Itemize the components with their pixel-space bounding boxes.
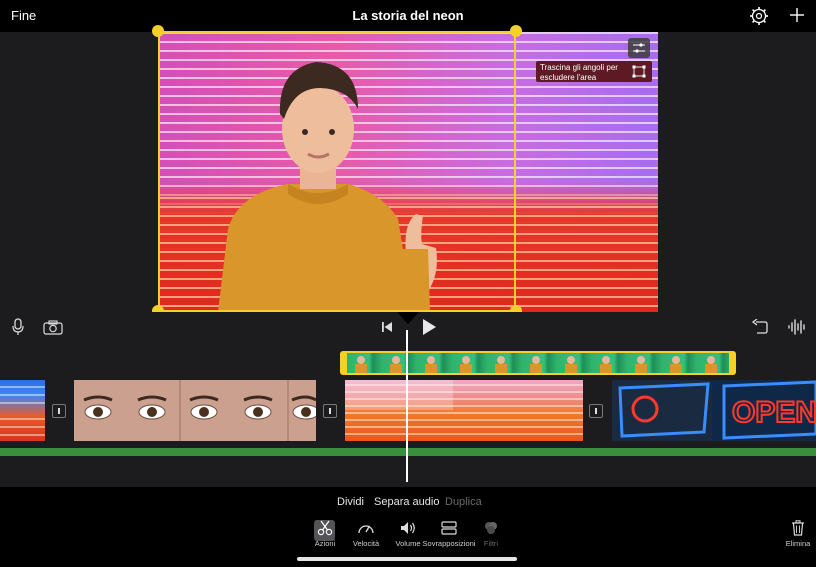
overlay-settings-button[interactable] (628, 38, 650, 58)
greenscreen-clip-thumbnails (347, 353, 729, 373)
plus-icon[interactable] (788, 5, 806, 25)
tool-volume-label: Volume (395, 539, 421, 548)
play-icon[interactable] (421, 319, 437, 335)
tool-actions[interactable]: Azioni (310, 520, 340, 548)
delete-button[interactable]: Elimina (782, 520, 814, 548)
detach-audio-button[interactable]: Separa audio (374, 496, 439, 508)
crop-handle-top-left[interactable] (152, 25, 164, 37)
crop-frame[interactable] (158, 31, 516, 312)
crop-hint-text: Trascina gli angoli per escludere l'area (540, 63, 618, 82)
playhead-marker (397, 312, 419, 324)
tool-overlays[interactable]: Sovrapposizioni (422, 520, 476, 548)
tool-filters[interactable]: Filtri (478, 520, 504, 548)
gear-icon[interactable] (749, 6, 769, 26)
transition-button[interactable] (323, 404, 337, 418)
tool-overlays-label: Sovrapposizioni (422, 539, 476, 548)
crop-hint-tooltip: Trascina gli angoli per escludere l'area (536, 61, 652, 82)
project-title: La storia del neon (352, 8, 464, 23)
tool-actions-label: Azioni (314, 539, 336, 548)
transition-button[interactable] (589, 404, 603, 418)
clip-thumbnail (74, 380, 316, 441)
svg-text:OPEN: OPEN (732, 396, 816, 429)
filters-icon (485, 522, 497, 534)
timeline-clip-open-sign[interactable]: OPEN (612, 380, 816, 441)
clip-thumbnail: OPEN (612, 380, 816, 441)
speaker-icon (401, 522, 415, 534)
greenscreen-thumbnail-strip (355, 356, 717, 373)
tool-volume[interactable]: Volume (394, 520, 422, 548)
tool-speed[interactable]: Velocità (350, 520, 382, 548)
skip-to-start-icon[interactable] (381, 321, 393, 333)
greenscreen-clip[interactable] (340, 351, 736, 375)
clip-thumbnail (345, 380, 583, 435)
microphone-icon[interactable] (11, 318, 25, 336)
clip-thumbnail (0, 386, 45, 436)
crop-handle-top-right[interactable] (510, 25, 522, 37)
tool-speed-label: Velocità (352, 539, 380, 548)
transition-button[interactable] (52, 404, 66, 418)
speedometer-icon (358, 525, 374, 534)
timeline-clip-neon-blue[interactable] (0, 380, 45, 441)
overlay-icon (441, 521, 457, 535)
duplicate-button[interactable]: Duplica (445, 496, 482, 508)
waveform-icon[interactable] (787, 318, 807, 336)
home-indicator (297, 557, 517, 561)
camera-icon[interactable] (43, 320, 63, 335)
split-button[interactable]: Dividi (337, 496, 364, 508)
sliders-icon (633, 43, 645, 53)
tool-filters-label: Filtri (483, 539, 499, 548)
timeline-clip-eyes[interactable] (74, 380, 316, 441)
audio-track[interactable] (0, 448, 816, 456)
undo-icon[interactable] (751, 319, 768, 334)
scissors-icon (317, 520, 333, 536)
playhead[interactable] (406, 330, 408, 482)
crop-icon[interactable] (632, 65, 646, 78)
trash-icon (792, 520, 804, 536)
timeline-clip-neon-pink[interactable] (345, 380, 583, 441)
delete-label: Elimina (785, 539, 811, 548)
